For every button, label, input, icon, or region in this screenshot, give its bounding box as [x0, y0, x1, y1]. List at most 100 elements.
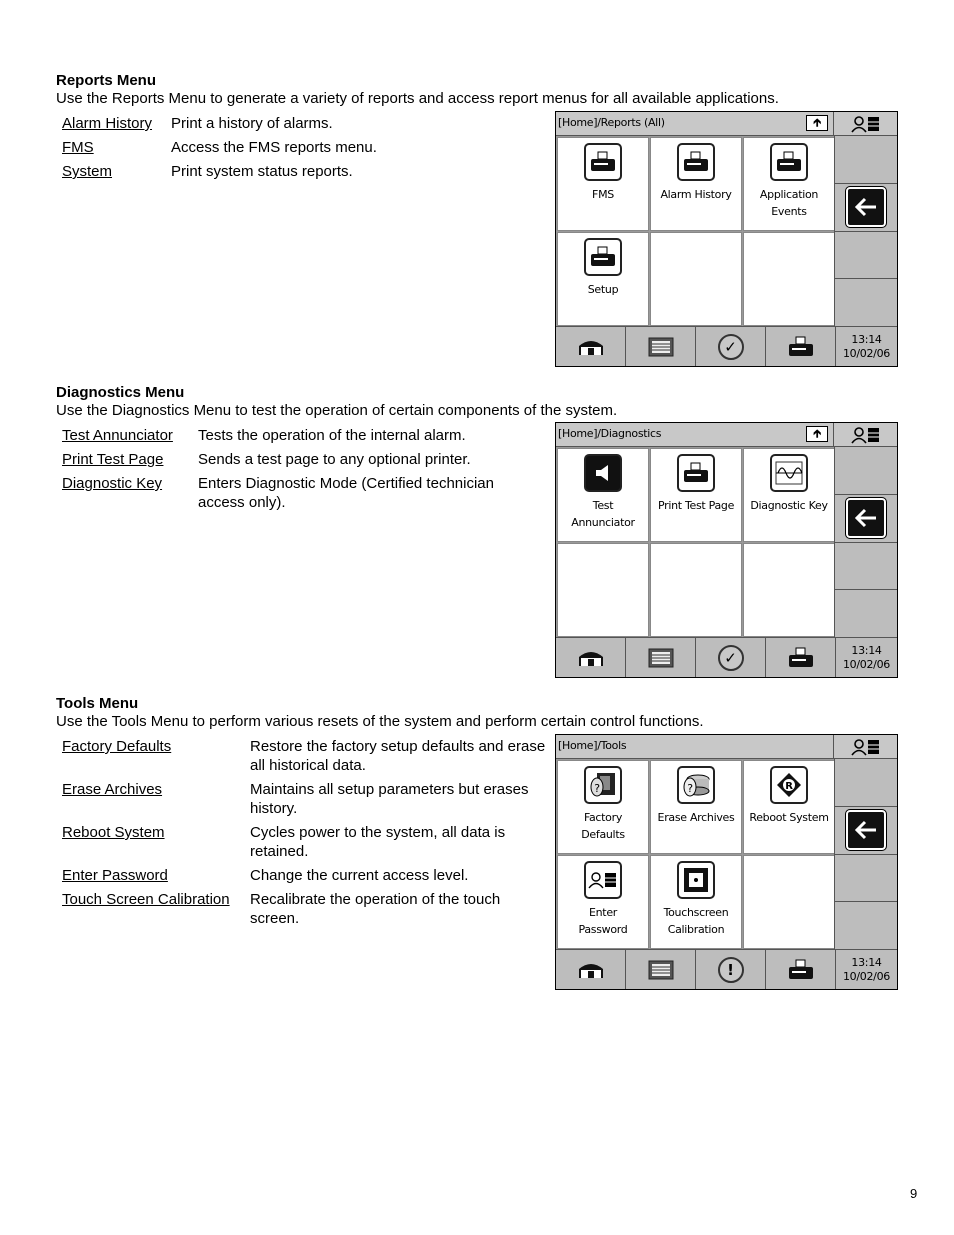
clock-date: 10/02/06 — [842, 657, 890, 671]
status-button[interactable]: ! — [696, 950, 766, 989]
side-panel — [834, 447, 897, 637]
tile-enter-password[interactable]: Enter Password — [557, 855, 649, 949]
definition-row: Test Annunciator Tests the operation of t… — [62, 426, 518, 445]
user-login-button[interactable] — [834, 423, 897, 447]
side-button-blank[interactable] — [834, 279, 897, 326]
svg-text:R: R — [785, 781, 793, 792]
term-link-touch-screen-calibration[interactable]: Touch Screen Calibration — [62, 890, 250, 909]
side-button-blank[interactable] — [834, 231, 897, 280]
tile-empty — [557, 543, 649, 637]
breadcrumb-bar: [Home]/Tools — [556, 735, 834, 759]
back-arrow-icon — [845, 497, 887, 540]
printer-icon — [788, 336, 813, 356]
diagnostics-screen: [Home]/Diagnostics 🡱 Test Annunciator Pr… — [555, 422, 898, 678]
tile-erase-archives[interactable]: ? Erase Archives — [650, 760, 742, 854]
status-button[interactable]: ✓ — [696, 638, 766, 677]
print-button[interactable] — [766, 638, 836, 677]
print-button[interactable] — [766, 327, 836, 366]
term-link-system[interactable]: System — [62, 162, 171, 181]
home-button[interactable] — [556, 950, 626, 989]
clock-display: 13:14 10/02/06 — [836, 638, 897, 677]
term-description: Tests the operation of the internal alar… — [198, 427, 466, 444]
back-button[interactable] — [834, 183, 897, 232]
definition-row: Erase Archives Maintains all setup parame… — [62, 780, 550, 818]
tile-label: Factory Defaults — [581, 811, 625, 841]
up-arrow-icon[interactable]: 🡱 — [806, 115, 828, 131]
tile-print-test-page[interactable]: Print Test Page — [650, 448, 742, 542]
definition-row: System Print system status reports. — [62, 162, 377, 181]
tile-reboot-system[interactable]: R Reboot System — [743, 760, 835, 854]
definition-row: FMS Access the FMS reports menu. — [62, 138, 377, 157]
list-button[interactable] — [626, 638, 696, 677]
side-button-blank[interactable] — [834, 542, 897, 591]
term-link-test-annunciator[interactable]: Test Annunciator — [62, 426, 198, 445]
side-button-blank[interactable] — [834, 902, 897, 949]
breadcrumb: [Home]/Tools — [558, 739, 627, 752]
term-description: Print a history of alarms. — [171, 115, 333, 132]
term-link-print-test-page[interactable]: Print Test Page — [62, 450, 198, 469]
clock-date: 10/02/06 — [842, 346, 890, 360]
reboot-icon: R — [770, 766, 808, 804]
definition-row: Touch Screen Calibration Recalibrate the … — [62, 890, 550, 928]
term-description: Cycles power to the system, all data is … — [250, 824, 506, 860]
page-number: 9 — [910, 1186, 918, 1201]
back-arrow-icon — [845, 186, 887, 229]
up-arrow-icon[interactable]: 🡱 — [806, 426, 828, 442]
definition-row: Enter Password Change the current access … — [62, 866, 550, 885]
term-description: Change the current access level. — [250, 867, 469, 884]
tile-empty — [650, 232, 742, 326]
user-login-button[interactable] — [834, 735, 897, 759]
home-button[interactable] — [556, 638, 626, 677]
term-link-reboot-system[interactable]: Reboot System — [62, 823, 250, 842]
printer-icon — [677, 454, 715, 492]
erase-archives-icon: ? — [677, 766, 715, 804]
side-button-blank[interactable] — [834, 447, 897, 495]
back-button[interactable] — [834, 806, 897, 855]
side-button-blank[interactable] — [834, 136, 897, 184]
side-button-blank[interactable] — [834, 854, 897, 903]
term-link-alarm-history[interactable]: Alarm History — [62, 114, 171, 133]
status-button[interactable]: ✓ — [696, 327, 766, 366]
user-card-icon — [850, 115, 879, 133]
tile-test-annunciator[interactable]: Test Annunciator — [557, 448, 649, 542]
home-icon — [578, 963, 603, 978]
check-icon: ✓ — [717, 333, 744, 360]
tile-touchscreen-calibration[interactable]: Touchscreen Calibration — [650, 855, 742, 949]
clock-date: 10/02/06 — [842, 969, 890, 983]
list-icon — [648, 648, 673, 667]
tile-setup[interactable]: Setup — [557, 232, 649, 326]
password-icon — [584, 861, 622, 899]
term-link-fms[interactable]: FMS — [62, 138, 171, 157]
print-button[interactable] — [766, 950, 836, 989]
definition-row: Print Test Page Sends a test page to any … — [62, 450, 518, 469]
term-link-enter-password[interactable]: Enter Password — [62, 866, 250, 885]
home-icon — [578, 651, 603, 666]
term-link-factory-defaults[interactable]: Factory Defaults — [62, 737, 250, 756]
home-icon — [578, 340, 603, 355]
check-icon: ✓ — [717, 644, 744, 671]
side-button-blank[interactable] — [834, 590, 897, 637]
tile-label: Diagnostic Key — [750, 499, 828, 512]
side-button-blank[interactable] — [834, 759, 897, 807]
tile-empty — [743, 543, 835, 637]
menu-grid: Test Annunciator Print Test Page Diagnos… — [556, 447, 835, 637]
tile-application-events[interactable]: Application Events — [743, 137, 835, 231]
speaker-icon — [584, 454, 622, 492]
tile-fms[interactable]: FMS — [557, 137, 649, 231]
tile-label: Test Annunciator — [571, 499, 635, 529]
list-button[interactable] — [626, 950, 696, 989]
user-login-button[interactable] — [834, 112, 897, 136]
tile-diagnostic-key[interactable]: Diagnostic Key — [743, 448, 835, 542]
clock-time: 13:14 — [851, 643, 882, 657]
term-link-erase-archives[interactable]: Erase Archives — [62, 780, 250, 799]
term-link-diagnostic-key[interactable]: Diagnostic Key — [62, 474, 198, 493]
term-description: Access the FMS reports menu. — [171, 139, 377, 156]
list-button[interactable] — [626, 327, 696, 366]
bottom-toolbar: ! 13:14 10/02/06 — [556, 949, 897, 989]
home-button[interactable] — [556, 327, 626, 366]
tile-factory-defaults[interactable]: ? Factory Defaults — [557, 760, 649, 854]
tile-alarm-history[interactable]: Alarm History — [650, 137, 742, 231]
back-button[interactable] — [834, 494, 897, 543]
side-panel — [834, 136, 897, 326]
term-description: Enters Diagnostic Mode (Certified techni… — [198, 475, 494, 511]
